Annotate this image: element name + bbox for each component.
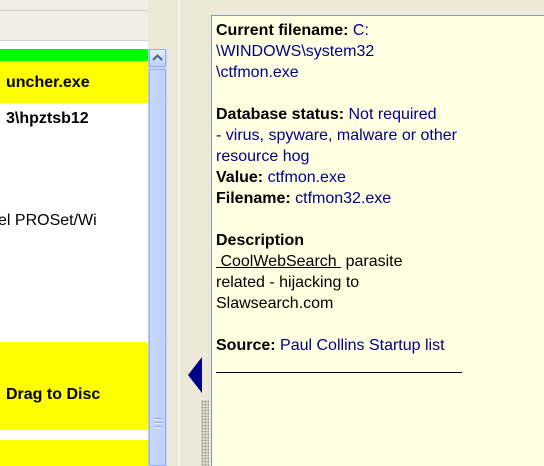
header-divider [0,10,148,11]
list-row-label: Drag to Disc [6,386,101,403]
separator-line [216,372,462,373]
description-text-end: Slawsearch.com [216,295,334,312]
list-row-label: uncher.exe [6,74,90,91]
vertical-scrollbar[interactable] [148,49,167,466]
current-filename-value-end: \ctfmon.exe [216,64,299,81]
scroll-up-button[interactable] [149,49,166,67]
database-status-value-cont: - virus, spyware, malware or other [216,127,457,144]
current-filename-label: Current filename: [216,22,349,39]
database-status-label: Database status: [216,106,345,123]
list-row-drag-to-disc[interactable]: Drag to Disc [0,342,148,430]
filename-value: ctfmon32.exe [295,190,392,207]
coolwebsearch-link-text: CoolWebSearch [220,253,337,270]
description-text: parasite [345,253,403,270]
filename-line: Filename: ctfmon32.exe [216,188,544,209]
list-row-launcher[interactable]: uncher.exe [0,61,148,103]
source-label: Source: [216,337,276,354]
source-line: Source: Paul Collins Startup list [216,335,544,356]
source-value: Paul Collins Startup list [280,337,445,354]
splitter-grip-icon [201,400,209,466]
list-row-hpztsb12[interactable]: 3\hpztsb12 [0,103,148,133]
filename-label: Filename: [216,190,291,207]
collapse-panel-button[interactable] [185,355,205,395]
description-text-cont: related - hijacking to [216,274,360,291]
scroll-thumb[interactable] [149,69,166,466]
scroll-grip-icon [154,418,162,428]
list-row-label: el PROSet/Wi [0,212,97,229]
window: uncher.exe 3\hpztsb12 el PROSet/Wi Drag … [0,0,544,466]
current-filename-value: C: [352,22,369,39]
value-label: Value: [216,169,264,186]
scroll-up-arrow-icon [152,54,163,61]
splitter-divider [179,0,180,466]
details-panel: Current filename: C: \WINDOWS\system32 \… [211,15,544,466]
list-row-label: 3\hpztsb12 [6,110,89,127]
list-header [0,0,148,41]
description-label: Description [216,232,305,249]
selected-row-highlight[interactable] [0,49,148,61]
collapse-left-arrow-icon [188,357,202,393]
current-filename-value-cont: \WINDOWS\system32 [216,43,375,60]
database-status-value: Not required [348,106,437,123]
database-status-value-end: resource hog [216,148,310,165]
value-value: ctfmon.exe [267,169,346,186]
startup-list: uncher.exe 3\hpztsb12 el PROSet/Wi Drag … [0,0,148,466]
description-line: CoolWebSearch parasite [216,251,544,272]
panel-splitter[interactable] [167,0,210,466]
current-filename-line: Current filename: C: [216,20,544,41]
value-line: Value: ctfmon.exe [216,167,544,188]
list-row-partial[interactable] [0,440,148,466]
database-status-line: Database status: Not required [216,104,544,125]
list-row-proset[interactable]: el PROSet/Wi [0,205,148,235]
coolwebsearch-link[interactable]: CoolWebSearch [216,253,341,270]
